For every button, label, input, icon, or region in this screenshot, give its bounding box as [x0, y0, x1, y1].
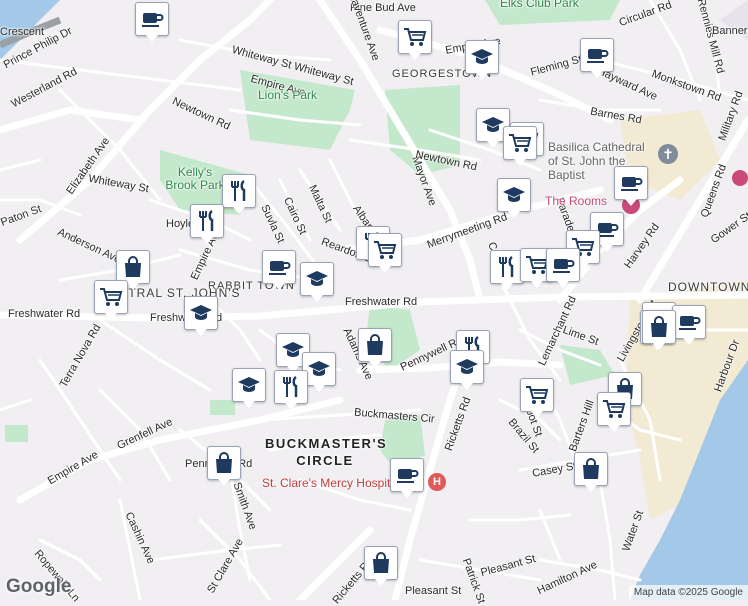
grocery-pin[interactable] — [597, 392, 631, 432]
downtown-marker[interactable] — [732, 170, 748, 186]
poi-label-the-rooms: The Rooms — [545, 194, 608, 208]
grocery-pin[interactable] — [368, 233, 402, 273]
school-pin[interactable] — [465, 40, 499, 80]
restaurant-icon — [494, 254, 520, 280]
area-label-downtown: DOWNTOWN — [668, 280, 748, 294]
cafe-pin[interactable] — [135, 2, 169, 42]
shopping-pin[interactable] — [642, 310, 676, 350]
school-icon — [306, 356, 332, 382]
grocery-icon — [402, 24, 428, 50]
cafe-pin[interactable] — [672, 305, 706, 345]
cafe-icon — [584, 42, 610, 68]
restaurant-icon — [226, 178, 252, 204]
restaurant-pin[interactable] — [490, 250, 524, 290]
street-label: Freshwater Rd — [345, 296, 418, 308]
school-icon — [501, 182, 527, 208]
shopping-icon — [211, 450, 237, 476]
area-label-buckmasters: BUCKMASTER'S CIRCLE — [265, 436, 388, 468]
grocery-icon — [507, 130, 533, 156]
cafe-icon — [550, 252, 576, 278]
grocery-icon — [524, 382, 550, 408]
shopping-pin[interactable] — [116, 250, 150, 290]
shopping-icon — [362, 332, 388, 358]
grocery-icon — [98, 284, 124, 310]
crescent-label: Crescent — [0, 26, 45, 38]
grocery-pin[interactable] — [398, 20, 432, 60]
school-icon — [469, 44, 495, 70]
cafe-icon — [618, 170, 644, 196]
grocery-icon — [601, 396, 627, 422]
school-pin[interactable] — [232, 368, 266, 408]
restaurant-icon — [194, 208, 220, 234]
school-pin[interactable] — [497, 178, 531, 218]
cafe-pin[interactable] — [614, 166, 648, 206]
restaurant-icon — [278, 374, 304, 400]
cafe-icon — [139, 6, 165, 32]
shopping-icon — [368, 550, 394, 576]
school-pin[interactable] — [300, 262, 334, 302]
google-logo: Google — [6, 576, 72, 597]
cafe-pin[interactable] — [262, 250, 296, 290]
grocery-pin[interactable] — [520, 378, 554, 418]
street-label: Bannerman — [712, 25, 748, 37]
park-label-kellys: Kelly's Brook Park — [165, 165, 225, 192]
shopping-icon — [120, 254, 146, 280]
street-label: Pleasant St — [405, 585, 462, 597]
restaurant-pin[interactable] — [274, 370, 308, 410]
street-label: Freshwater Rd — [8, 308, 81, 320]
grocery-pin[interactable] — [503, 126, 537, 166]
shopping-pin[interactable] — [358, 328, 392, 368]
park-label-elks: Elks Club Park — [500, 0, 579, 10]
shopping-icon — [646, 314, 672, 340]
shopping-pin[interactable] — [364, 546, 398, 586]
cafe-icon — [266, 254, 292, 280]
cafe-pin[interactable] — [580, 38, 614, 78]
shopping-pin[interactable] — [574, 452, 608, 492]
cafe-pin[interactable] — [390, 458, 424, 498]
restaurant-pin[interactable] — [190, 204, 224, 244]
school-icon — [236, 372, 262, 398]
shopping-icon — [578, 456, 604, 482]
park-label-lions: Lion's Park — [258, 88, 317, 102]
cafe-icon — [394, 462, 420, 488]
poi-label-st-clares: St. Clare's Mercy Hospital — [262, 476, 400, 490]
school-pin[interactable] — [184, 296, 218, 336]
grocery-icon — [372, 237, 398, 263]
shopping-pin[interactable] — [207, 446, 241, 486]
basilica-marker[interactable]: ✝ — [658, 144, 678, 164]
grocery-pin[interactable] — [94, 280, 128, 320]
school-icon — [304, 266, 330, 292]
map-data-credit[interactable]: Map data ©2025 Google — [628, 585, 748, 600]
school-icon — [454, 354, 480, 380]
restaurant-pin[interactable] — [222, 174, 256, 214]
school-pin[interactable] — [450, 350, 484, 390]
cafe-icon — [676, 309, 702, 335]
cafe-pin[interactable] — [546, 248, 580, 288]
hospital-marker[interactable]: H — [428, 473, 446, 491]
school-icon — [188, 300, 214, 326]
